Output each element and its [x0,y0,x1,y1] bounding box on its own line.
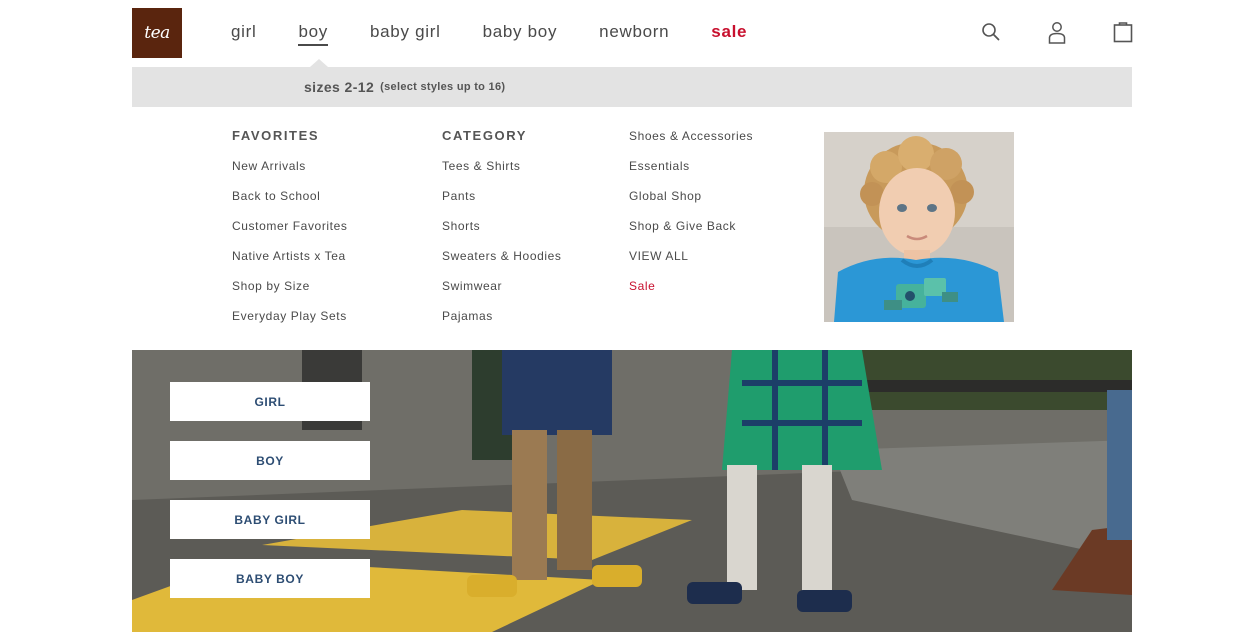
menu-link-swimwear[interactable]: Swimwear [442,279,562,309]
size-range-label: sizes 2-12 [304,79,375,95]
menu-link-shop-give-back[interactable]: Shop & Give Back [629,219,753,249]
menu-link-shorts[interactable]: Shorts [442,219,562,249]
main-nav: girl boy baby girl baby boy newborn sale [231,20,789,46]
shopping-bag-icon[interactable] [1111,20,1135,44]
favorites-heading: FAVORITES [232,128,320,143]
nav-item-boy[interactable]: boy [298,20,328,46]
nav-item-girl[interactable]: girl [231,20,256,44]
menu-link-customer-favorites[interactable]: Customer Favorites [232,219,348,249]
site-header: tea girl boy baby girl baby boy newborn … [0,0,1260,67]
menu-link-tees-shirts[interactable]: Tees & Shirts [442,159,562,189]
active-menu-caret [310,59,328,67]
menu-link-global-shop[interactable]: Global Shop [629,189,753,219]
category-heading: CATEGORY [442,128,528,143]
hero-shop-baby-girl-button[interactable]: BABY GIRL [170,500,370,539]
menu-link-back-to-school[interactable]: Back to School [232,189,348,219]
logo-text: tea [144,23,170,43]
menu-link-view-all[interactable]: VIEW ALL [629,249,753,279]
menu-link-native-artists[interactable]: Native Artists x Tea [232,249,348,279]
menu-link-pajamas[interactable]: Pajamas [442,309,562,339]
boy-mega-menu: FAVORITES New Arrivals Back to School Cu… [132,107,1132,350]
menu-link-pants[interactable]: Pants [442,189,562,219]
hero-shop-boy-button[interactable]: BOY [170,441,370,480]
nav-item-baby-girl[interactable]: baby girl [370,20,441,44]
menu-feature-photo[interactable] [824,132,1014,322]
favorites-column: FAVORITES New Arrivals Back to School Cu… [232,129,348,339]
category-column: CATEGORY Tees & Shirts Pants Shorts Swea… [442,129,562,339]
menu-link-everyday-play-sets[interactable]: Everyday Play Sets [232,309,348,339]
search-icon[interactable] [979,20,1003,44]
size-range-note: (select styles up to 16) [380,81,506,93]
menu-link-sale[interactable]: Sale [629,279,753,309]
menu-link-sweaters-hoodies[interactable]: Sweaters & Hoodies [442,249,562,279]
menu-link-essentials[interactable]: Essentials [629,159,753,189]
hero-banner: GIRL BOY BABY GIRL BABY BOY [132,350,1132,632]
account-icon[interactable] [1045,20,1069,46]
nav-item-baby-boy[interactable]: baby boy [483,20,558,44]
size-range-bar: sizes 2-12 (select styles up to 16) [132,67,1132,107]
nav-item-sale[interactable]: sale [711,20,747,44]
nav-item-newborn[interactable]: newborn [599,20,669,44]
more-links-column: Shoes & Accessories Essentials Global Sh… [629,129,753,309]
menu-link-shoes-accessories[interactable]: Shoes & Accessories [629,129,753,159]
brand-logo[interactable]: tea [132,8,182,58]
menu-link-new-arrivals[interactable]: New Arrivals [232,159,348,189]
menu-link-shop-by-size[interactable]: Shop by Size [232,279,348,309]
hero-shop-baby-boy-button[interactable]: BABY BOY [170,559,370,598]
hero-shop-girl-button[interactable]: GIRL [170,382,370,421]
